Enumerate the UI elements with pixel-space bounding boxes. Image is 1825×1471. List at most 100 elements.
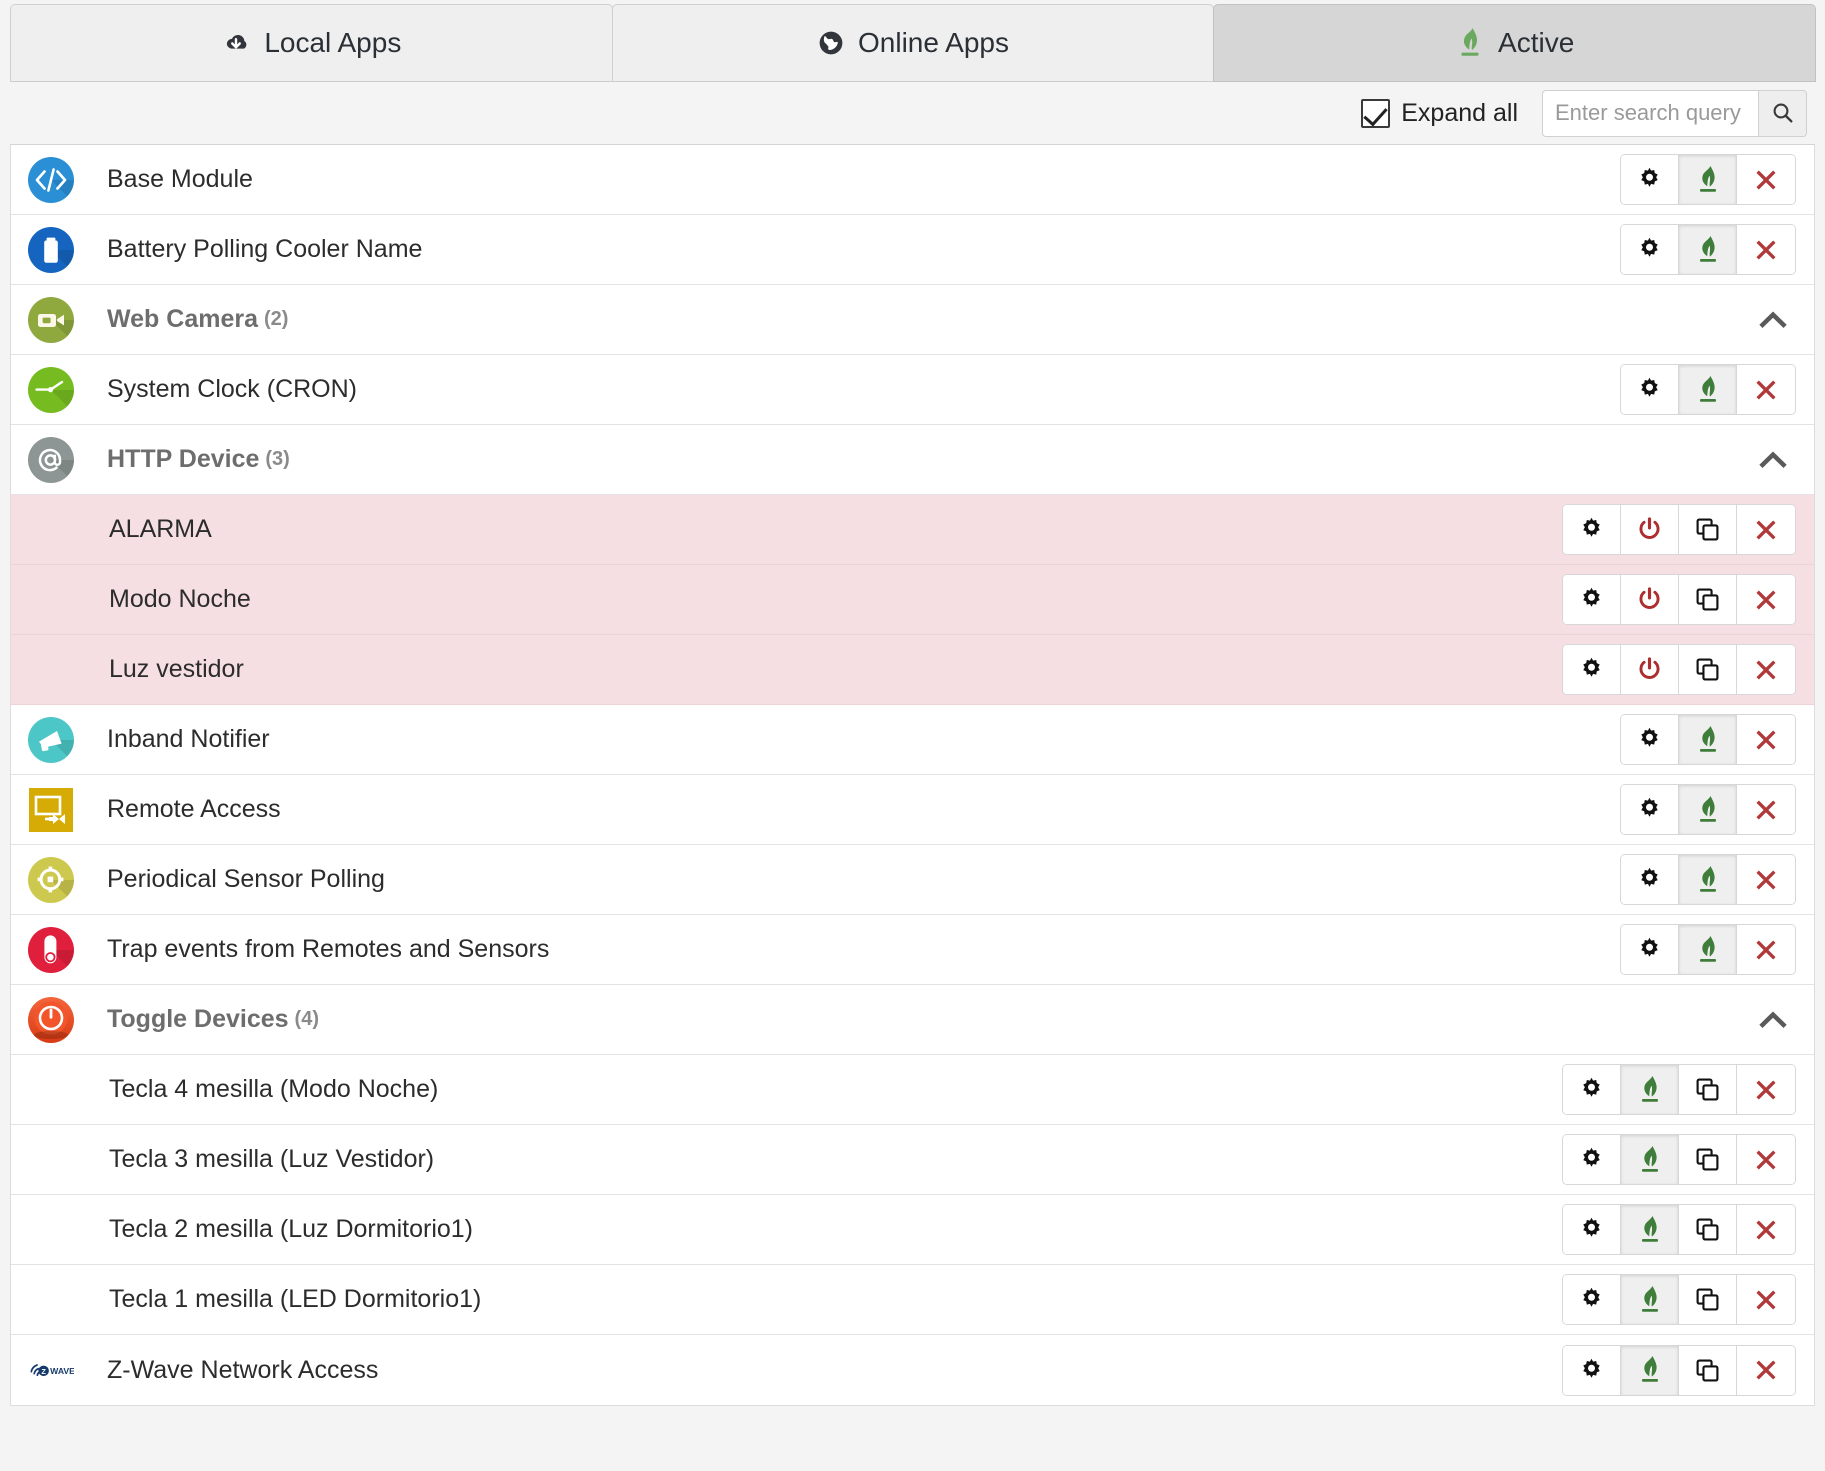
list-item[interactable]: Luz vestidor (11, 635, 1814, 705)
collapse-toggle[interactable] (1750, 297, 1796, 343)
list-item[interactable]: Tecla 3 mesilla (Luz Vestidor) (11, 1125, 1814, 1195)
gear-button[interactable] (1563, 645, 1621, 694)
remote-access-icon (29, 788, 73, 832)
leaf-button[interactable] (1621, 1346, 1679, 1395)
close-button[interactable] (1737, 715, 1795, 764)
list-item[interactable]: Trap events from Remotes and Sensors (11, 915, 1814, 985)
group-row[interactable]: HTTP Device(3) (11, 425, 1814, 495)
close-button[interactable] (1737, 1346, 1795, 1395)
search-button[interactable] (1758, 90, 1807, 137)
row-actions (1620, 224, 1796, 275)
close-button[interactable] (1737, 785, 1795, 834)
tab-local-apps[interactable]: Local Apps (10, 4, 613, 82)
power-button[interactable] (1621, 575, 1679, 624)
collapse-toggle[interactable] (1750, 437, 1796, 483)
close-button[interactable] (1737, 225, 1795, 274)
gear-button[interactable] (1563, 1065, 1621, 1114)
tab-online-apps[interactable]: Online Apps (612, 4, 1215, 82)
svg-text:WAVE: WAVE (50, 1366, 74, 1376)
copy-button[interactable] (1679, 1135, 1737, 1184)
close-button[interactable] (1737, 505, 1795, 554)
leaf-button[interactable] (1679, 715, 1737, 764)
list-item[interactable]: ALARMA (11, 495, 1814, 565)
list-item[interactable]: ZWAVEZ-Wave Network Access (11, 1335, 1814, 1405)
close-button[interactable] (1737, 365, 1795, 414)
gear-button[interactable] (1621, 155, 1679, 204)
copy-button[interactable] (1679, 1065, 1737, 1114)
gear-button[interactable] (1621, 225, 1679, 274)
leaf-button[interactable] (1679, 365, 1737, 414)
leaf-button[interactable] (1621, 1205, 1679, 1254)
search-input[interactable] (1542, 90, 1758, 137)
close-button[interactable] (1737, 1275, 1795, 1324)
gear-button[interactable] (1621, 785, 1679, 834)
leaf-button[interactable] (1621, 1275, 1679, 1324)
gear-button[interactable] (1621, 715, 1679, 764)
copy-button[interactable] (1679, 645, 1737, 694)
leaf-button[interactable] (1679, 855, 1737, 904)
list-item[interactable]: Tecla 1 mesilla (LED Dormitorio1) (11, 1265, 1814, 1335)
leaf-button[interactable] (1679, 925, 1737, 974)
close-icon (1753, 587, 1779, 613)
list-item[interactable]: Battery Polling Cooler Name (11, 215, 1814, 285)
list-item[interactable]: Tecla 2 mesilla (Luz Dormitorio1) (11, 1195, 1814, 1265)
row-actions (1562, 574, 1796, 625)
globe-icon (817, 29, 845, 57)
leaf-button[interactable] (1621, 1135, 1679, 1184)
row-icon-placeholder (61, 1066, 109, 1114)
gear-button[interactable] (1563, 505, 1621, 554)
tab-label: Local Apps (264, 27, 401, 59)
power-button-icon (28, 997, 74, 1043)
list-item[interactable]: System Clock (CRON) (11, 355, 1814, 425)
close-button[interactable] (1737, 645, 1795, 694)
gear-button[interactable] (1563, 1346, 1621, 1395)
gear-icon (1578, 656, 1605, 683)
gear-button[interactable] (1563, 1275, 1621, 1324)
row-actions (1620, 784, 1796, 835)
row-icon: ZWAVE (27, 1346, 75, 1394)
copy-button[interactable] (1679, 1205, 1737, 1254)
leaf-icon (1694, 794, 1722, 826)
copy-button[interactable] (1679, 575, 1737, 624)
close-button[interactable] (1737, 925, 1795, 974)
power-button[interactable] (1621, 505, 1679, 554)
list-item[interactable]: Modo Noche (11, 565, 1814, 635)
copy-button[interactable] (1679, 505, 1737, 554)
gear-button[interactable] (1563, 1135, 1621, 1184)
clock-icon (28, 367, 74, 413)
row-label: Luz vestidor (109, 655, 244, 684)
leaf-button[interactable] (1679, 155, 1737, 204)
gear-button[interactable] (1621, 855, 1679, 904)
row-icon-placeholder (61, 576, 109, 624)
tab-active[interactable]: Active (1213, 4, 1816, 82)
list-item[interactable]: Periodical Sensor Polling (11, 845, 1814, 915)
power-button[interactable] (1621, 645, 1679, 694)
gear-button[interactable] (1563, 1205, 1621, 1254)
list-item[interactable]: Remote Access (11, 775, 1814, 845)
close-button[interactable] (1737, 575, 1795, 624)
list-item[interactable]: Base Module (11, 145, 1814, 215)
leaf-button[interactable] (1679, 225, 1737, 274)
gear-button[interactable] (1621, 925, 1679, 974)
group-row[interactable]: Web Camera(2) (11, 285, 1814, 355)
close-button[interactable] (1737, 1065, 1795, 1114)
expand-all-toggle[interactable]: Expand all (1361, 99, 1518, 128)
globe-icon (817, 29, 845, 57)
collapse-toggle[interactable] (1750, 997, 1796, 1043)
gear-button[interactable] (1621, 365, 1679, 414)
leaf-button[interactable] (1621, 1065, 1679, 1114)
leaf-button[interactable] (1679, 785, 1737, 834)
list-item[interactable]: Tecla 4 mesilla (Modo Noche) (11, 1055, 1814, 1125)
copy-icon (1694, 1076, 1721, 1103)
close-button[interactable] (1737, 155, 1795, 204)
copy-button[interactable] (1679, 1346, 1737, 1395)
group-row[interactable]: Toggle Devices(4) (11, 985, 1814, 1055)
close-button[interactable] (1737, 1205, 1795, 1254)
list-item[interactable]: Inband Notifier (11, 705, 1814, 775)
copy-button[interactable] (1679, 1275, 1737, 1324)
expand-all-checkbox[interactable] (1361, 99, 1390, 128)
close-button[interactable] (1737, 855, 1795, 904)
gear-button[interactable] (1563, 575, 1621, 624)
gear-icon (1578, 1076, 1605, 1103)
close-button[interactable] (1737, 1135, 1795, 1184)
